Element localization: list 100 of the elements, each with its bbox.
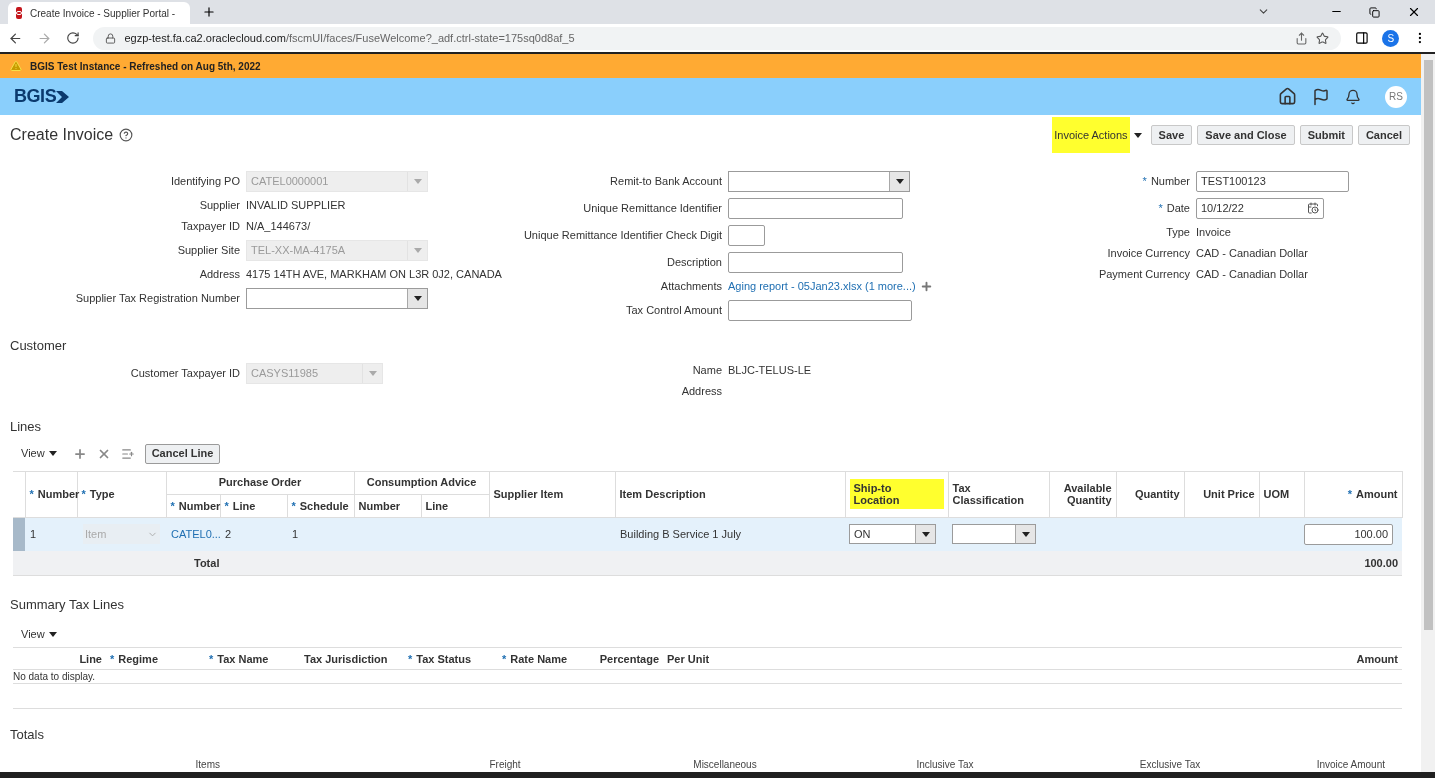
column-header: Tax Jurisdiction <box>304 651 388 667</box>
column-header: Per Unit <box>667 651 710 667</box>
caret-icon <box>1133 132 1142 138</box>
column-header: Ship-to Location <box>849 479 944 510</box>
section-title: Lines <box>10 417 43 435</box>
dropdown-button[interactable] <box>407 288 427 308</box>
caret-icon <box>895 178 904 184</box>
column-header: Items <box>194 758 221 772</box>
calendar-icon[interactable] <box>1307 202 1319 215</box>
field-label: Invoice Currency <box>1107 246 1190 262</box>
field-label: Name <box>692 363 722 379</box>
field-value: 4175 14TH AVE, MARKHAM ON L3R 0J2, CANADA <box>246 267 502 283</box>
attachment-link[interactable]: Aging report - 05Jan23.xlsx (1 more...) <box>728 278 916 295</box>
field-value: N/A_144673/ <box>246 219 311 235</box>
caret-icon <box>413 295 422 301</box>
column-header: Exclusive Tax <box>1138 758 1202 772</box>
field-label: Attachments <box>660 279 722 295</box>
column-header: * Tax Status <box>408 651 472 667</box>
amount-field[interactable]: 100.00 <box>1304 523 1394 545</box>
side-panel-icon[interactable] <box>1354 31 1369 45</box>
site-icon <box>16 7 22 19</box>
select-field[interactable] <box>246 287 428 309</box>
add-icon[interactable] <box>919 279 933 293</box>
view-menu[interactable]: View <box>21 626 57 643</box>
share-icon[interactable] <box>1294 31 1308 45</box>
required-mark: * <box>408 652 413 665</box>
required-mark: * <box>81 488 86 501</box>
section-title: Totals <box>10 726 45 743</box>
column-header: UOM <box>1263 487 1290 503</box>
select-field[interactable]: ON <box>849 524 937 545</box>
required-mark: * <box>291 499 296 512</box>
notifications-icon[interactable] <box>1345 88 1361 105</box>
actions-menu[interactable]: Invoice Actions <box>1052 117 1130 153</box>
column-header: Freight <box>488 758 522 772</box>
dropdown-button[interactable] <box>915 525 936 544</box>
new-tab-icon[interactable] <box>202 5 216 19</box>
field-label: Supplier Site <box>177 243 240 259</box>
required-mark: * <box>502 652 507 665</box>
scrollbar[interactable] <box>1421 54 1435 772</box>
toolbar-button[interactable]: Save <box>1150 125 1193 145</box>
required-mark: * <box>1158 202 1163 215</box>
empty-message: No data to display. <box>13 670 96 685</box>
close-window-icon[interactable] <box>1407 5 1421 19</box>
caret-icon <box>413 178 422 184</box>
field-value: CAD - Canadian Dollar <box>1196 267 1308 283</box>
flag-icon[interactable] <box>1312 87 1330 106</box>
logo[interactable]: BGIS <box>14 83 71 110</box>
column-header: Inclusive Tax <box>915 758 975 772</box>
table-row[interactable]: 1 Item CATEL0... 2 1 Building B Service 1 July ON 100.00 <box>13 517 1403 552</box>
home-icon[interactable] <box>1278 87 1297 106</box>
bookmark-icon[interactable] <box>1315 31 1329 45</box>
select-field[interactable] <box>728 170 910 192</box>
input-field[interactable] <box>728 224 765 246</box>
input-field[interactable] <box>728 299 912 321</box>
field-label: Unique Remittance Identifier Check Digit <box>523 228 722 244</box>
field-value: CAD - Canadian Dollar <box>1196 246 1308 262</box>
date-field[interactable]: 10/12/22 <box>1196 197 1324 219</box>
user-avatar[interactable]: RS <box>1385 85 1407 108</box>
help-icon[interactable] <box>119 128 134 142</box>
dropdown-button[interactable] <box>1015 525 1036 544</box>
field-label: Identifying PO <box>170 174 240 190</box>
field-value: BLJC-TELUS-LE <box>728 363 812 379</box>
toolbar-button[interactable]: Cancel <box>1357 125 1410 145</box>
column-header: * Tax Name <box>209 651 269 667</box>
dropdown-button[interactable] <box>889 171 909 191</box>
field-label: Customer Taxpayer ID <box>130 366 240 382</box>
reload-icon[interactable] <box>65 31 80 45</box>
column-header: * Regime <box>110 651 159 667</box>
input-field[interactable] <box>728 251 903 273</box>
field-label: Type <box>1166 225 1190 241</box>
table-cell: 2 <box>220 517 287 552</box>
address-field[interactable]: egzp-test.fa.ca2.oraclecloud.com/fscmUI/faces/FuseWelcome?_adf.ctrl-state=175sq0d8af_5 <box>93 26 1341 50</box>
view-menu[interactable]: View <box>21 445 57 462</box>
column-header: * Number <box>29 487 80 503</box>
field-label: Supplier Tax Registration Number <box>75 291 240 307</box>
column-header: Invoice Amount <box>1315 758 1386 772</box>
profile-avatar[interactable]: S <box>1382 29 1400 47</box>
input-field[interactable] <box>728 197 903 219</box>
column-group-header: Consumption Advice <box>354 471 490 495</box>
column-header: Percentage <box>599 651 659 667</box>
column-header: Number <box>358 498 401 514</box>
table-cell: 1 <box>25 517 77 552</box>
column-header: Quantity <box>1134 487 1180 503</box>
column-header: * Amount <box>1347 487 1398 503</box>
column-header: Amount <box>1356 651 1398 667</box>
browser-tab[interactable]: Create Invoice - Supplier Portal - <box>8 2 190 24</box>
toolbar-button[interactable]: Submit <box>1299 125 1353 145</box>
column-header: Supplier Item <box>493 487 564 503</box>
cancel-line-button[interactable]: Cancel Line <box>144 443 221 464</box>
toolbar-button[interactable]: Save and Close <box>1197 125 1295 145</box>
column-header: * Type <box>81 487 115 503</box>
restore-icon[interactable] <box>1369 7 1380 18</box>
column-header: * Number <box>170 498 221 514</box>
select-field[interactable] <box>952 524 1037 545</box>
add-icon[interactable] <box>72 446 87 461</box>
caret-icon <box>1021 531 1030 537</box>
required-mark: * <box>1347 488 1352 501</box>
field-value: INVALID SUPPLIER <box>246 198 346 214</box>
input-field[interactable]: TEST100123 <box>1196 170 1349 192</box>
po-link[interactable]: CATEL0... <box>171 528 221 541</box>
